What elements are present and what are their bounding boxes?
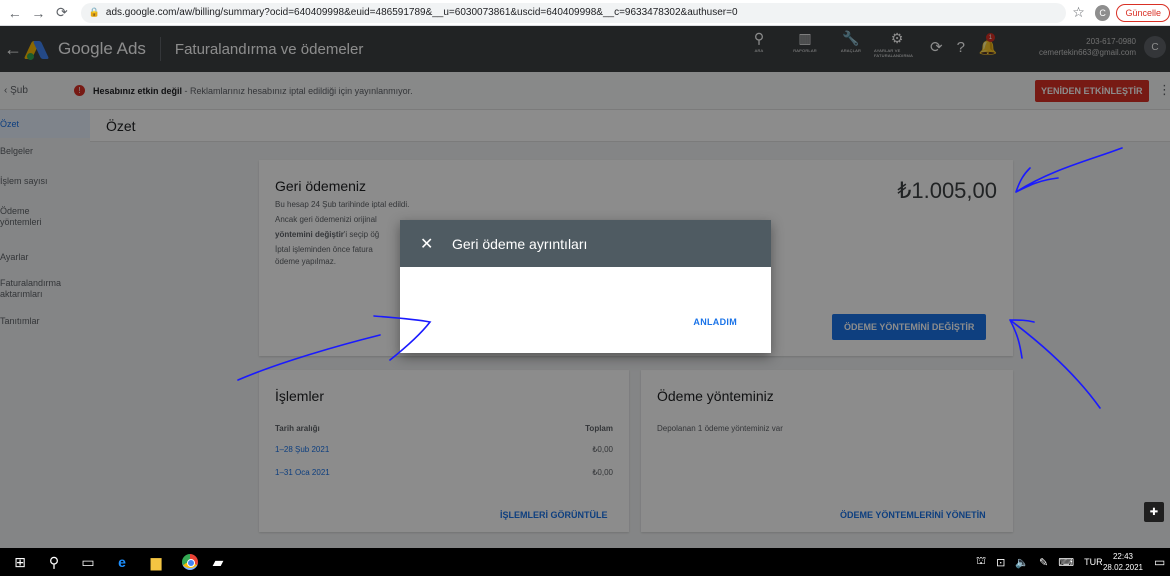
dialog-header: ✕ Geri ödeme ayrıntıları — [400, 220, 771, 267]
browser-toolbar: ← → ⟳ 🔒 ads.google.com/aw/billing/summar… — [0, 0, 1170, 26]
refund-details-dialog: ✕ Geri ödeme ayrıntıları ANLADIM — [400, 220, 771, 353]
profile-avatar[interactable]: C — [1094, 4, 1111, 21]
close-icon[interactable]: ✕ — [420, 234, 434, 254]
dialog-title: Geri ödeme ayrıntıları — [452, 235, 588, 252]
app-icon[interactable]: ▰ — [204, 554, 232, 571]
people-icon[interactable]: ⛫ — [976, 555, 986, 569]
chrome-icon[interactable] — [182, 554, 198, 570]
bookmark-star-icon[interactable]: ☆ — [1072, 4, 1085, 21]
action-center-icon[interactable]: ▭ — [1154, 555, 1165, 569]
update-button[interactable]: Güncelle — [1116, 3, 1170, 22]
feedback-icon[interactable]: ✚ — [1144, 502, 1164, 522]
keyboard-icon[interactable]: ⌨ — [1058, 556, 1074, 569]
url-text: ads.google.com/aw/billing/summary?ocid=6… — [105, 7, 738, 18]
clock-date: 28.02.2021 — [1102, 563, 1144, 572]
reload-icon[interactable]: ⟳ — [53, 4, 71, 22]
back-arrow-icon[interactable]: ← — [6, 4, 24, 22]
volume-icon[interactable]: 🔈 — [1015, 556, 1029, 569]
file-explorer-icon[interactable]: ▆ — [142, 554, 170, 571]
system-clock[interactable]: 22:43 28.02.2021 — [1100, 551, 1146, 573]
system-tray: ⛫ ⊡ 🔈 ✎ ⌨ TUR — [976, 548, 1113, 576]
got-it-button[interactable]: ANLADIM — [693, 317, 737, 327]
internet-explorer-icon[interactable]: e — [108, 554, 136, 570]
address-bar[interactable]: 🔒 ads.google.com/aw/billing/summary?ocid… — [80, 2, 1067, 23]
clock-time: 22:43 — [1112, 552, 1134, 561]
windows-taskbar: ⊞ ⚲ ▭ e ▆ ▰ ⛫ ⊡ 🔈 ✎ ⌨ TUR 22:43 28.02.20… — [0, 548, 1170, 576]
forward-arrow-icon[interactable]: → — [30, 4, 48, 22]
windows-start-icon[interactable]: ⊞ — [6, 554, 34, 571]
lock-icon: 🔒 — [88, 7, 100, 17]
network-icon[interactable]: ⊡ — [996, 556, 1005, 569]
task-view-icon[interactable]: ▭ — [74, 554, 102, 571]
pen-icon[interactable]: ✎ — [1039, 556, 1048, 569]
search-icon[interactable]: ⚲ — [40, 554, 68, 571]
